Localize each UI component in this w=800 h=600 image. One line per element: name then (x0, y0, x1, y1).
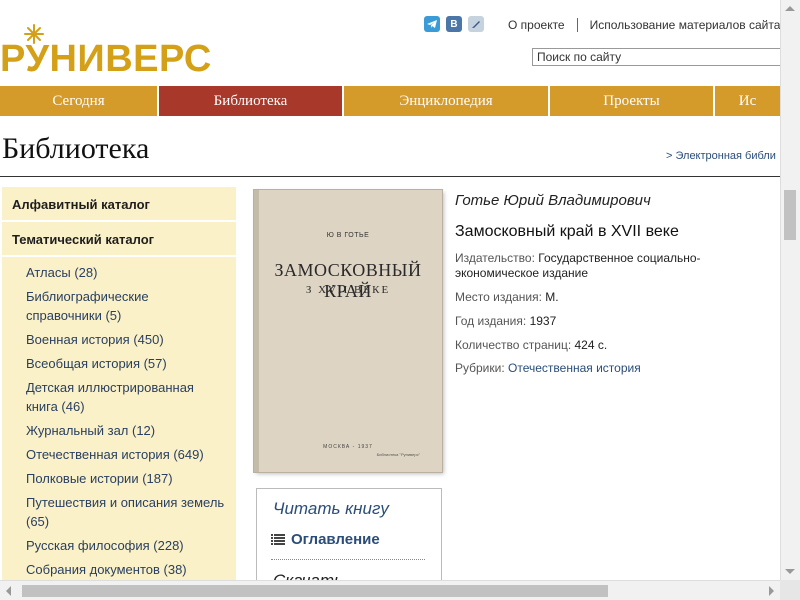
nav-item-projects[interactable]: Проекты (550, 86, 715, 116)
year-field: Год издания: 1937 (455, 314, 735, 329)
rubric-field: Рубрики: Отечественная история (455, 361, 735, 376)
cover-city: МОСКВА - 1937 (323, 444, 373, 450)
logo-text: РУНИВЕРС (0, 38, 212, 80)
vertical-scroll-thumb[interactable] (784, 190, 796, 240)
page-title: Библиотека (2, 132, 150, 165)
nav-item-today[interactable]: Сегодня (0, 86, 159, 116)
livejournal-icon[interactable] (468, 16, 484, 32)
thematic-list: Атласы (28) Библиографические справочник… (2, 257, 236, 579)
rubric-link[interactable]: Отечественная история (508, 361, 641, 375)
cover-subtitle: З XVII ВЕКЕ (305, 284, 391, 296)
sidebar-item-world-history[interactable]: Всеобщая история (57) (26, 354, 226, 373)
main-nav: Сегодня Библиотека Энциклопедия Проекты … (0, 86, 780, 116)
toc-label: Оглавление (291, 531, 380, 548)
rubric-label: Рубрики: (455, 361, 505, 375)
title-divider (0, 176, 780, 177)
telegram-icon[interactable] (424, 16, 440, 32)
thematic-catalog-link[interactable]: Тематический каталог (2, 222, 236, 257)
horizontal-scroll-thumb[interactable] (22, 585, 608, 597)
place-field: Место издания: М. (455, 290, 735, 305)
sidebar-item-regiment-histories[interactable]: Полковые истории (187) (26, 469, 226, 488)
sidebar-item-children-book[interactable]: Детская иллюстрированная книга (46) (26, 378, 226, 416)
sidebar-item-atlases[interactable]: Атласы (28) (26, 263, 226, 282)
year-label: Год издания: (455, 314, 527, 328)
sidebar-item-journal-hall[interactable]: Журнальный зал (12) (26, 421, 226, 440)
toc-icon (271, 533, 285, 545)
book-cover[interactable]: Ю В ГОТЬЕ ЗАМОСКОВНЫЙ КРАЙ З XVII ВЕКЕ М… (254, 190, 442, 472)
place-label: Место издания: (455, 290, 542, 304)
sidebar-item-bibliographic[interactable]: Библиографические справочники (5) (26, 287, 226, 325)
breadcrumb[interactable]: > Электронная библи (666, 150, 780, 162)
place-value: М. (545, 290, 559, 304)
alphabetic-catalog-link[interactable]: Алфавитный каталог (2, 187, 236, 222)
social-links: В (424, 16, 484, 32)
publisher-field: Издательство: Государственное социально-… (455, 251, 735, 281)
year-value: 1937 (529, 314, 557, 328)
read-divider (271, 559, 425, 560)
site-logo[interactable]: РУНИВЕРС (0, 14, 220, 78)
sidebar-item-national-history[interactable]: Отечественная история (649) (26, 445, 226, 464)
catalog-sidebar: Алфавитный каталог Тематический каталог … (2, 187, 236, 580)
cover-library: Библиотека "Руниверс" (376, 452, 420, 457)
book-title: Замосковный край в XVII веке (455, 223, 679, 240)
sidebar-item-travels[interactable]: Путешествия и описания земель (65) (26, 493, 226, 531)
scroll-right-icon[interactable] (769, 586, 774, 596)
read-book-link[interactable]: Читать книгу (273, 499, 389, 519)
horizontal-scrollbar[interactable] (0, 580, 780, 600)
sidebar-item-military-history[interactable]: Военная история (450) (26, 330, 226, 349)
scroll-down-icon[interactable] (785, 569, 795, 574)
publisher-label: Издательство: (455, 251, 535, 265)
search-input[interactable] (532, 48, 782, 66)
nav-item-library[interactable]: Библиотека (159, 86, 344, 116)
vk-icon[interactable]: В (446, 16, 462, 32)
nav-item-history[interactable]: Ис (715, 86, 780, 116)
nav-item-encyclopedia[interactable]: Энциклопедия (344, 86, 550, 116)
cover-author: Ю В ГОТЬЕ (326, 232, 370, 239)
read-book-panel: Читать книгу Оглавление Скачать (256, 488, 442, 590)
scrollbar-corner (780, 580, 800, 600)
pages-value: 424 с. (574, 338, 608, 352)
scroll-left-icon[interactable] (6, 586, 11, 596)
book-author: Готье Юрий Владимирович (455, 192, 651, 209)
sidebar-item-russian-philosophy[interactable]: Русская философия (228) (26, 536, 226, 555)
sidebar-item-documents[interactable]: Собрания документов (38) (26, 560, 226, 579)
top-links: О проекте Использование материалов сайта… (508, 18, 800, 32)
top-link-usage[interactable]: Использование материалов сайта (578, 18, 794, 32)
vertical-scrollbar[interactable] (780, 0, 800, 580)
pages-label: Количество страниц: (455, 338, 572, 352)
pages-field: Количество страниц: 424 с. (455, 338, 735, 353)
scroll-up-icon[interactable] (785, 6, 795, 11)
top-link-about[interactable]: О проекте (508, 18, 578, 32)
toc-link[interactable]: Оглавление (271, 531, 380, 548)
